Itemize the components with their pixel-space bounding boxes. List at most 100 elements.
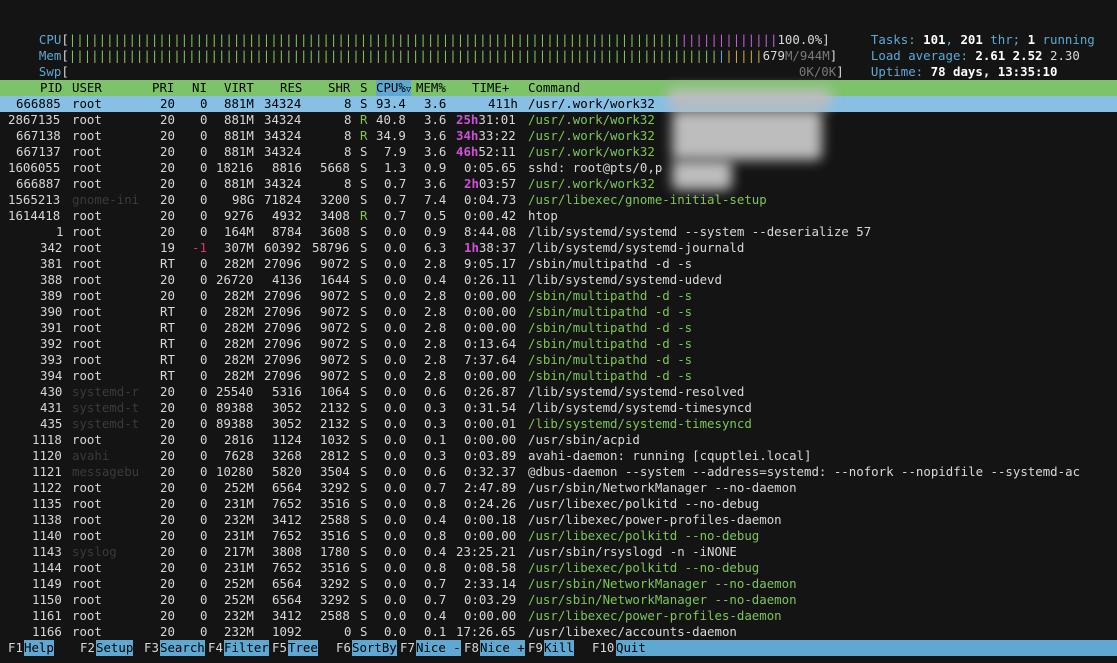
process-row[interactable]: 1565213 gnome-ini 20 0 98G 71824 3200 S 0.7 7.4 0:…	[0, 192, 1117, 208]
fkey-help-button[interactable]: Help	[24, 640, 54, 656]
process-row[interactable]: 1614418 root 20 0 9276 4932 3408 R 0.7 0.5 0:00.42…	[0, 208, 1117, 224]
process-row[interactable]: 1140 root 20 0 231M 7652 3516 S 0.0 0.8 0:00.00/us…	[0, 528, 1117, 544]
fkey-kill-button[interactable]: Kill	[544, 640, 574, 656]
process-mem: 2.8	[424, 352, 447, 367]
process-virt: 881M	[224, 128, 254, 143]
process-res: 60392	[264, 240, 302, 255]
fkey-number: F8	[464, 640, 479, 655]
process-res: 1124	[272, 432, 302, 447]
process-res: 6564	[272, 480, 302, 495]
process-row[interactable]: 666885 root 20 0 881M 34324 8 S 93.4 3.6 411h/usr/…	[0, 96, 1117, 112]
process-row[interactable]: 1118 root 20 0 2816 1124 1032 S 0.0 0.1 0:00.00/us…	[0, 432, 1117, 448]
process-state: S	[360, 256, 368, 271]
col-pid[interactable]: PID	[40, 80, 62, 96]
process-mem: 2.8	[424, 288, 447, 303]
col-user[interactable]: USER	[72, 80, 102, 96]
process-row[interactable]: 1135 root 20 0 231M 7652 3516 S 0.0 0.8 0:24.26/us…	[0, 496, 1117, 512]
process-row[interactable]: 430 systemd-r 20 0 25540 5316 1064 S 0.0 0.6 0:26.…	[0, 384, 1117, 400]
process-row[interactable]: 2867135 root 20 0 881M 34324 8 R 40.8 3.6 25h31:01…	[0, 112, 1117, 128]
fkey-tree-button[interactable]: Tree	[288, 640, 318, 656]
process-virt: 282M	[224, 288, 254, 303]
process-row[interactable]: 390 root RT 0 282M 27096 9072 S 0.0 2.8 0:00.00/sb…	[0, 304, 1117, 320]
process-user: root	[72, 320, 102, 335]
fkey-quit-button[interactable]: Quit	[616, 640, 1117, 656]
process-row[interactable]: 667137 root 20 0 881M 34324 8 S 7.9 3.6 46h52:11/u…	[0, 144, 1117, 160]
fkey-setup-button[interactable]: Setup	[96, 640, 134, 656]
col-shr[interactable]: SHR	[328, 80, 350, 96]
col-command[interactable]: Command	[528, 80, 580, 96]
process-row[interactable]: 393 root RT 0 282M 27096 9072 S 0.0 2.8 7:37.64/sb…	[0, 352, 1117, 368]
process-row[interactable]: 389 root 20 0 282M 27096 9072 S 0.0 2.8 0:00.00/sb…	[0, 288, 1117, 304]
process-row[interactable]: 1120 avahi 20 0 7628 3268 2812 S 0.0 0.3 0:03.89 av…	[0, 448, 1117, 464]
col-s[interactable]: S	[360, 80, 367, 96]
process-row[interactable]: 1121 messagebu 20 0 10280 5820 3504 S 0.0 0.6 0:32…	[0, 464, 1117, 480]
process-row[interactable]: 392 root RT 0 282M 27096 9072 S 0.0 2.8 0:13.64/sb…	[0, 336, 1117, 352]
process-priority: 20	[160, 96, 175, 111]
col-time[interactable]: TIME+	[472, 80, 509, 96]
process-row[interactable]: 1166 root 20 0 232M 1092 0 S 0.0 0.1 17:26.65/usr/…	[0, 624, 1117, 640]
fkey-nice-button[interactable]: Nice +	[480, 640, 525, 656]
process-row[interactable]: 394 root RT 0 282M 27096 9072 S 0.0 2.8 0:00.00/sb…	[0, 368, 1117, 384]
process-time: 0:00.00	[464, 432, 516, 448]
process-cpu: 0.0	[384, 480, 407, 495]
process-row[interactable]: 1138 root 20 0 232M 3412 2588 S 0.0 0.4 0:00.18/us…	[0, 512, 1117, 528]
process-mem: 0.4	[424, 272, 447, 287]
fkey-search-button[interactable]: Search	[160, 640, 205, 656]
process-time-rest: 0:31.54	[464, 400, 517, 415]
process-row[interactable]: 391 root RT 0 282M 27096 9072 S 0.0 2.8 0:00.00/sb…	[0, 320, 1117, 336]
process-res: 27096	[264, 368, 302, 383]
fkey-filter-button[interactable]: Filter	[224, 640, 269, 656]
process-cpu: 0.0	[384, 368, 407, 383]
process-virt: 252M	[224, 576, 254, 591]
process-priority: 20	[160, 144, 175, 159]
process-row[interactable]: 1122 root 20 0 252M 6564 3292 S 0.0 0.7 2:47.89/us…	[0, 480, 1117, 496]
fkey-number: F9	[528, 640, 543, 655]
process-nice: 0	[200, 480, 208, 495]
process-row[interactable]: 1143 syslog 20 0 217M 3808 1780 S 0.0 0.4 23:25.21…	[0, 544, 1117, 560]
process-res: 1092	[272, 624, 302, 639]
process-state: S	[360, 336, 368, 351]
process-user: messagebu	[72, 464, 140, 479]
process-virt: 25540	[216, 384, 254, 399]
process-res: 4932	[272, 208, 302, 223]
process-pid: 391	[40, 320, 63, 335]
process-shr: 3292	[320, 592, 350, 607]
process-mem: 0.3	[424, 416, 447, 431]
fkey-nice-button[interactable]: Nice -	[416, 640, 461, 656]
process-row[interactable]: 1 root 20 0 164M 8784 3608 S 0.0 0.9 8:44.08/lib/s…	[0, 224, 1117, 240]
process-row[interactable]: 1149 root 20 0 252M 6564 3292 S 0.0 0.7 2:33.14/us…	[0, 576, 1117, 592]
process-shr: 2132	[320, 400, 350, 415]
process-row[interactable]: 431 systemd-t 20 0 89388 3052 2132 S 0.0 0.3 0:31.…	[0, 400, 1117, 416]
fkey-sortby-button[interactable]: SortBy	[352, 640, 397, 656]
process-row[interactable]: 667138 root 20 0 881M 34324 8 R 34.9 3.6 34h33:22 /…	[0, 128, 1117, 144]
process-row[interactable]: 388 root 20 0 26720 4136 1644 S 0.0 0.4 0:26.11/li…	[0, 272, 1117, 288]
process-user: root	[72, 560, 102, 575]
process-time: 0:03.89	[464, 448, 516, 464]
process-row[interactable]: 666887 root 20 0 881M 34324 8 S 0.7 3.6 2h03:57/us…	[0, 176, 1117, 192]
col-res[interactable]: RES	[280, 80, 302, 96]
process-cpu: 0.0	[384, 416, 407, 431]
process-row[interactable]: 1144 root 20 0 231M 7652 3516 S 0.0 0.8 0:08.58/us…	[0, 560, 1117, 576]
process-row[interactable]: 1606055 root 20 0 18216 8816 5668 S 1.3 0.9 0:05.6…	[0, 160, 1117, 176]
col-pri[interactable]: PRI	[152, 80, 174, 96]
process-time: 1h38:37	[464, 240, 516, 256]
process-row[interactable]: 1150 root 20 0 252M 6564 3292 S 0.0 0.7 0:03.29/us…	[0, 592, 1117, 608]
process-time: 0:00.00	[464, 368, 516, 384]
col-virt[interactable]: VIRT	[224, 80, 254, 96]
process-time: 0:00.00	[464, 320, 516, 336]
col-ni[interactable]: NI	[192, 80, 207, 96]
process-row[interactable]: 435 systemd-t 20 0 89388 3052 2132 S 0.0 0.3 0:00.…	[0, 416, 1117, 432]
col-mem[interactable]: MEM%	[416, 80, 446, 96]
process-pid: 1	[56, 224, 64, 239]
process-pid: 1144	[32, 560, 62, 575]
process-user: root	[72, 240, 102, 255]
process-shr: 1644	[320, 272, 350, 287]
process-virt: 89388	[216, 416, 254, 431]
process-cpu: 7.9	[384, 144, 407, 159]
process-cpu: 0.0	[384, 544, 407, 559]
process-row[interactable]: 1161 root 20 0 232M 3412 2588 S 0.0 0.4 0:00.00/us…	[0, 608, 1117, 624]
process-time: 0:00.00	[464, 288, 516, 304]
process-row[interactable]: 342 root 19 -1 307M 60392 58796 S 0.0 6.3 1h38:37 /…	[0, 240, 1117, 256]
process-row[interactable]: 381 root RT 0 282M 27096 9072 S 0.0 2.8 9:05.17/sb…	[0, 256, 1117, 272]
process-state: S	[360, 592, 368, 607]
